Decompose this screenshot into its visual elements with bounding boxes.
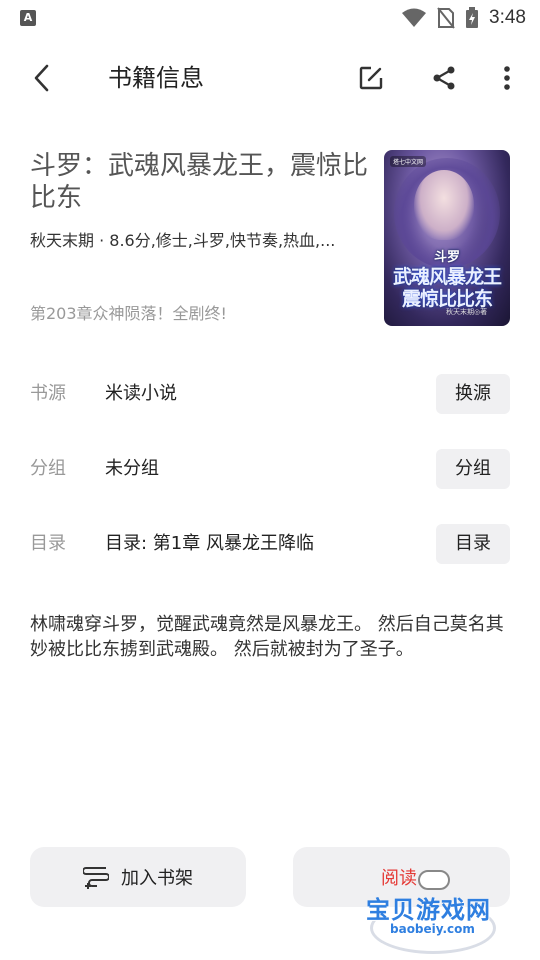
cover-art-face	[414, 170, 474, 240]
read-label: 阅读	[381, 868, 417, 889]
bookshelf-add-icon	[83, 867, 109, 889]
group-row: 分组 未分组 分组	[0, 449, 540, 489]
add-to-shelf-label: 加入书架	[121, 868, 193, 889]
status-bar: A 3:48	[0, 0, 540, 36]
more-vert-icon	[504, 66, 510, 90]
page-title: 书籍信息	[108, 64, 204, 92]
group-button[interactable]: 分组	[436, 449, 510, 489]
read-button[interactable]: 阅读	[293, 847, 510, 907]
edit-icon	[359, 66, 383, 90]
share-button[interactable]	[426, 60, 462, 96]
edit-button[interactable]	[353, 60, 389, 96]
back-button[interactable]	[24, 60, 60, 96]
status-icons: 3:48	[401, 6, 526, 30]
cover-publisher: 塔七中文网	[390, 156, 427, 167]
toc-button[interactable]: 目录	[436, 524, 510, 564]
toc-label: 目录	[30, 533, 66, 554]
battery-charging-icon	[466, 7, 479, 28]
app-bar: 书籍信息	[0, 48, 540, 108]
toc-row: 目录 目录: 第1章 风暴龙王降临 目录	[0, 524, 540, 564]
add-to-shelf-button[interactable]: 加入书架	[30, 847, 246, 907]
cover-author: 秋天末期◎著	[446, 308, 488, 316]
latest-chapter: 第203章众神陨落！全剧终!	[30, 304, 227, 323]
group-value: 未分组	[105, 458, 159, 479]
change-source-button[interactable]: 换源	[436, 374, 510, 414]
more-button[interactable]	[489, 60, 525, 96]
book-title: 斗罗：武魂风暴龙王，震惊比比东	[30, 151, 369, 213]
book-intro: 林啸魂穿斗罗，觉醒武魂竟然是风暴龙王。 然后自己莫名其妙被比比东掳到武魂殿。 然…	[30, 614, 504, 660]
share-icon	[433, 66, 455, 90]
book-cover[interactable]: 塔七中文网 斗罗 武魂风暴龙王 震惊比比东 秋天末期◎著	[384, 150, 510, 326]
group-label: 分组	[30, 458, 66, 479]
toc-value: 目录: 第1章 风暴龙王降临	[105, 533, 314, 554]
no-sim-icon	[437, 7, 455, 29]
watermark-url: baobeiy.com	[390, 922, 475, 936]
status-time: 3:48	[489, 7, 526, 28]
watermark-swoosh	[370, 902, 496, 954]
source-value: 米读小说	[105, 383, 177, 404]
book-meta: 秋天末期 · 8.6分,修士,斗罗,快节奏,热血,...	[30, 231, 336, 250]
source-label: 书源	[30, 383, 66, 404]
wifi-icon	[402, 8, 427, 27]
notification-a-icon: A	[20, 10, 36, 26]
source-row: 书源 米读小说 换源	[0, 374, 540, 414]
back-arrow-icon	[34, 64, 49, 92]
